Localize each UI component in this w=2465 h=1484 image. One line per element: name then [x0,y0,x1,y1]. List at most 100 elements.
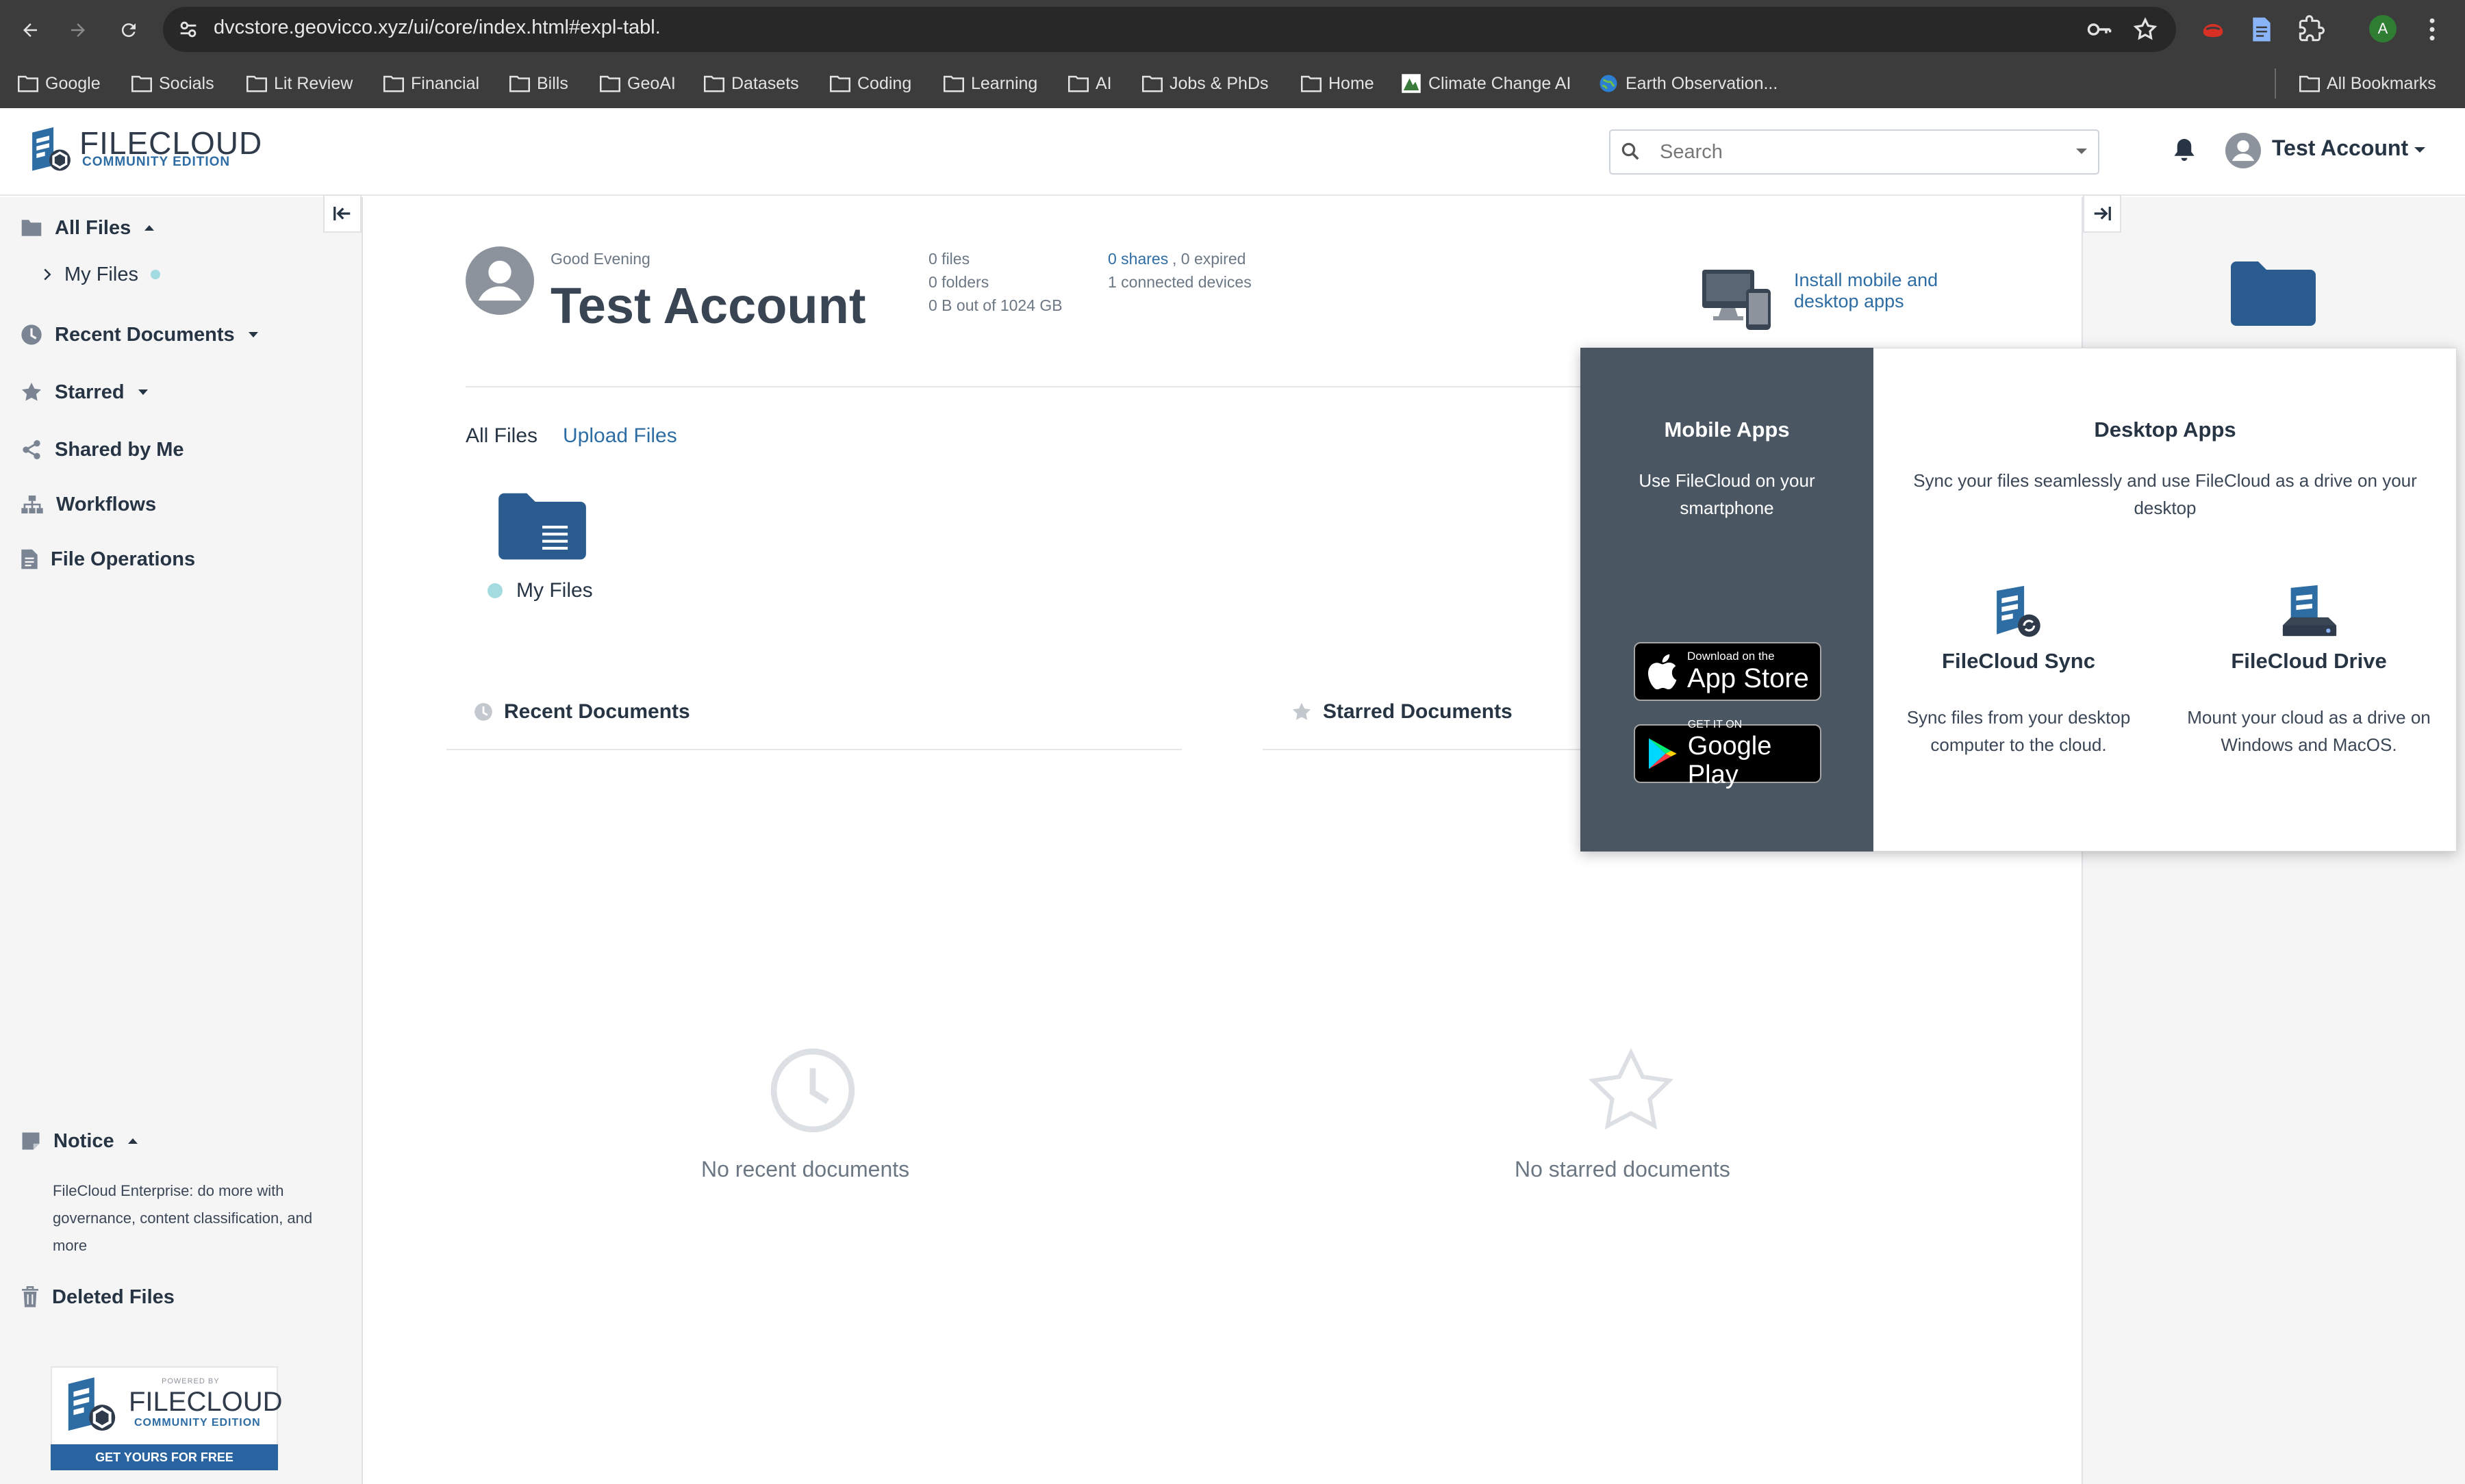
folder-icon [704,75,724,92]
caret-up-icon [144,225,155,231]
filecloud-sync-title[interactable]: FileCloud Sync [1887,649,2150,674]
shares-link[interactable]: 0 shares [1108,250,1168,268]
promo-cta-button[interactable]: GET YOURS FOR FREE [51,1444,278,1470]
bookmark-home[interactable]: Home [1301,68,1374,99]
bookmark-learning[interactable]: Learning [944,68,1037,99]
sidebar-item-shared-by-me[interactable]: Shared by Me [21,433,184,467]
tab-all-files[interactable]: All Files [466,424,538,448]
search-icon [1620,141,1641,162]
filecloud-sync-description: Sync files from your desktop computer to… [1906,707,2131,755]
sidebar-item-all-files[interactable]: All Files [21,211,155,245]
sticky-note-icon [22,1132,40,1150]
earth-globe-icon [1600,75,1617,92]
account-avatar-icon[interactable] [2225,133,2261,168]
google-play-icon [1649,738,1677,769]
search-placeholder[interactable]: Search [1660,141,1723,164]
collapse-sidebar-button[interactable] [323,194,362,233]
reload-button[interactable] [111,12,147,48]
bookmark-geoai[interactable]: GeoAI [600,68,676,99]
arrow-left-icon [23,23,37,37]
bookmark-bills[interactable]: Bills [509,68,568,99]
workflow-icon [21,495,43,514]
filecloud-drive-title[interactable]: FileCloud Drive [2177,649,2440,674]
reload-icon [121,23,136,38]
all-bookmarks[interactable]: All Bookmarks [2299,68,2436,99]
filecloud-logo-icon[interactable] [30,126,73,175]
sidebar-item-file-operations[interactable]: File Operations [21,542,195,576]
back-button[interactable] [12,12,48,48]
google-play-text: Google Play [1687,732,1772,789]
extensions-puzzle-icon[interactable] [2298,15,2325,42]
bookmark-datasets[interactable]: Datasets [704,68,799,99]
sidebar-item-deleted-files[interactable]: Deleted Files [21,1280,175,1314]
promo-powered-by: POWERED BY [162,1377,220,1385]
extension-doc-icon[interactable] [2250,16,2273,42]
bookmark-star-icon[interactable] [2132,16,2158,42]
account-name-button[interactable]: Test Account [2272,136,2408,161]
folder-icon [131,75,152,92]
folders-count: 0 folders [928,273,989,291]
user-avatar [466,246,534,315]
my-files-folder-label[interactable]: My Files [516,579,593,602]
recent-documents-divider [446,749,1182,750]
folder-icon [21,220,42,236]
folder-icon [1068,75,1089,92]
app-store-button[interactable]: Download on the App Store [1634,642,1821,701]
folder-icon [509,75,530,92]
desktop-apps-title: Desktop Apps [2094,418,2236,442]
bookmark-socials[interactable]: Socials [131,68,214,99]
site-info-icon[interactable] [177,18,200,41]
google-play-button[interactable]: GET IT ON Google Play [1634,719,1821,789]
extension-red-icon[interactable] [2199,16,2227,42]
url-text[interactable]: dvcstore.geovicco.xyz/ui/core/index.html… [214,16,661,39]
profile-avatar[interactable]: A [2369,15,2397,42]
trash-icon [22,1286,38,1307]
expand-right-panel-button[interactable] [2083,194,2121,233]
clock-icon [21,324,42,345]
sidebar-item-starred[interactable]: Starred [21,375,149,409]
promo-edition: COMMUNITY EDITION [134,1417,261,1429]
folder-icon [246,75,267,92]
devices-icon[interactable] [1699,264,1776,335]
mobile-apps-description: Use FileCloud on your smartphone [1639,470,1815,518]
account-dropdown-icon[interactable] [2413,145,2427,155]
sidebar-item-recent-documents[interactable]: Recent Documents [21,318,260,352]
starred-documents-header: Starred Documents [1291,700,1513,724]
folder-icon [830,75,850,92]
bookmark-financial[interactable]: Financial [383,68,479,99]
search-dropdown-icon[interactable] [2075,146,2088,156]
bookmark-lit-review[interactable]: Lit Review [246,68,353,99]
bookmark-jobs-phds[interactable]: Jobs & PhDs [1142,68,1269,99]
install-apps-link[interactable]: Install mobile and desktop apps [1794,270,1972,312]
sidebar-item-my-files[interactable]: My Files [42,257,160,292]
expired-count: , 0 expired [1172,250,1246,268]
bookmark-google[interactable]: Google [18,68,101,99]
sidebar-notice-toggle[interactable]: Notice [21,1124,139,1158]
filecloud-sync-icon[interactable] [1993,585,2043,639]
folder-icon [1301,75,1322,92]
no-recent-documents: No recent documents [701,1157,910,1181]
sidebar-item-workflows[interactable]: Workflows [21,487,156,522]
bookmarks-divider [2275,68,2276,99]
chevron-right-icon [44,268,51,281]
password-key-icon[interactable] [2086,18,2113,41]
forward-button[interactable] [60,12,96,48]
promo-wordmark: FILECLOUD [129,1387,283,1417]
filecloud-drive-icon[interactable] [2280,585,2339,639]
notifications-bell-icon[interactable] [2172,137,2197,163]
browser-menu-icon[interactable] [2427,16,2438,42]
share-icon [23,440,40,459]
bookmark-ai[interactable]: AI [1068,68,1112,99]
storage-usage: 0 B out of 1024 GB [928,296,1063,314]
empty-recent-clock-icon [768,1046,857,1135]
bookmark-climate-change-ai[interactable]: Climate Change AI [1401,68,1571,99]
bookmark-earth-observation[interactable]: Earth Observation... [1598,68,1778,99]
filecloud-drive-description: Mount your cloud as a drive on Windows a… [2187,707,2431,755]
clock-icon [475,703,492,721]
logo-edition: COMMUNITY EDITION [82,155,231,169]
greeting-text: Good Evening [551,250,650,268]
bookmark-coding[interactable]: Coding [830,68,911,99]
tab-upload-files[interactable]: Upload Files [563,424,677,448]
my-files-folder-icon[interactable] [496,490,589,563]
collapse-right-icon [2094,207,2111,220]
